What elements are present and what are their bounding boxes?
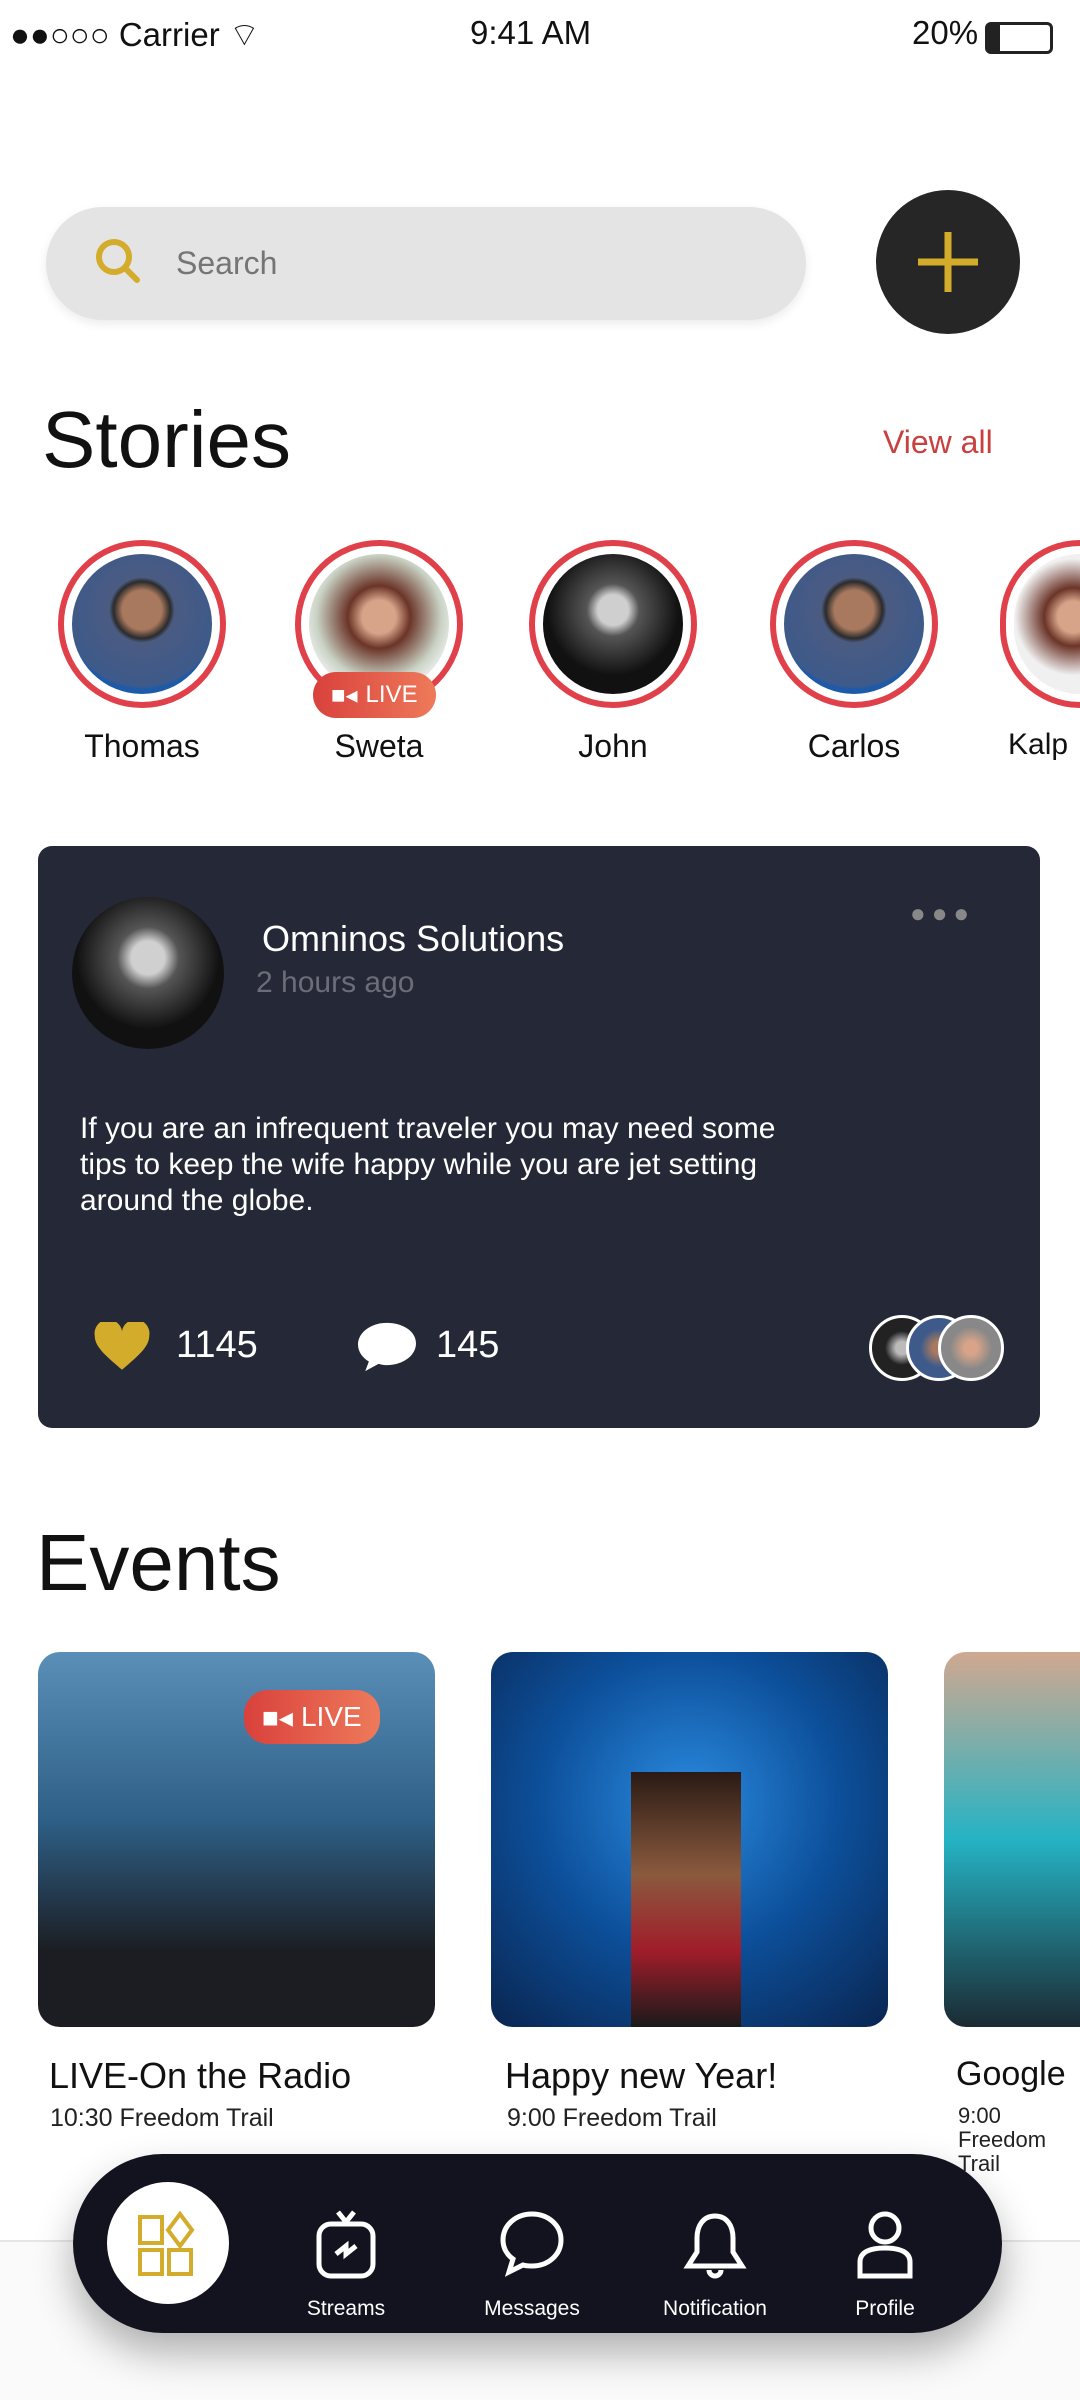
event-card[interactable]: ■◂ LIVE bbox=[38, 1652, 435, 2027]
nav-notification[interactable]: Notification bbox=[645, 2210, 785, 2321]
story-item[interactable]: Carlos bbox=[754, 540, 954, 765]
chat-icon bbox=[500, 2211, 564, 2277]
story-avatar bbox=[770, 540, 938, 708]
battery-percent: 20% bbox=[912, 14, 979, 51]
post-author-avatar[interactable] bbox=[72, 897, 224, 1049]
events-title: Events bbox=[36, 1518, 281, 1607]
battery-icon bbox=[985, 22, 1053, 54]
view-all-link[interactable]: View all bbox=[883, 424, 993, 461]
more-options-icon[interactable]: ●●● bbox=[910, 898, 975, 929]
wifi-icon: ⌔ bbox=[228, 16, 260, 53]
comment-count: 145 bbox=[436, 1324, 500, 1366]
nav-label: Notification bbox=[663, 2297, 767, 2320]
story-item[interactable]: John bbox=[513, 540, 713, 765]
comment-icon[interactable] bbox=[358, 1320, 416, 1374]
post-text: If you are an infrequent traveler you ma… bbox=[80, 1112, 776, 1217]
stories-title: Stories bbox=[42, 395, 291, 484]
story-item[interactable]: Thomas bbox=[42, 540, 242, 765]
nav-label: Profile bbox=[855, 2297, 915, 2320]
story-avatar bbox=[529, 540, 697, 708]
search-bar[interactable] bbox=[46, 207, 806, 320]
nav-home[interactable] bbox=[107, 2182, 229, 2304]
heart-icon[interactable] bbox=[94, 1322, 150, 1372]
bottom-nav: Streams Messages Notification Profile bbox=[73, 2154, 1002, 2333]
event-image bbox=[631, 1772, 741, 2027]
story-avatar bbox=[1000, 540, 1080, 708]
bell-icon bbox=[683, 2213, 747, 2279]
post-author[interactable]: Omninos Solutions bbox=[262, 918, 564, 960]
clock: 9:41 AM bbox=[470, 14, 592, 51]
video-camera-icon: ■◂ bbox=[262, 1701, 293, 1733]
live-badge: ■◂ LIVE bbox=[244, 1690, 380, 1744]
nav-label: Streams bbox=[306, 2297, 386, 2320]
story-name: Carlos bbox=[807, 728, 901, 764]
story-item[interactable]: Kalp bbox=[1000, 540, 1080, 762]
nav-messages[interactable]: Messages bbox=[462, 2210, 602, 2321]
live-label: LIVE bbox=[300, 1701, 362, 1732]
carrier-label: Carrier bbox=[118, 16, 220, 53]
event-card[interactable] bbox=[944, 1652, 1080, 2027]
event-title: Happy new Year! bbox=[505, 2055, 778, 2096]
post-time: 2 hours ago bbox=[256, 966, 415, 999]
tv-icon bbox=[316, 2210, 376, 2279]
search-icon bbox=[96, 239, 140, 283]
event-subtitle: 10:30 Freedom Trail bbox=[50, 2104, 274, 2132]
plus-icon bbox=[918, 232, 978, 292]
liker-avatar bbox=[938, 1315, 1004, 1381]
story-name: Kalp bbox=[1008, 728, 1069, 761]
post-card: Omninos Solutions 2 hours ago ●●● If you… bbox=[38, 846, 1040, 1428]
add-button[interactable] bbox=[876, 190, 1020, 334]
story-name: Sweta bbox=[334, 728, 424, 764]
event-title: Google bbox=[956, 2055, 1066, 2093]
event-subtitle: 9:00 Freedom Trail bbox=[958, 2103, 1047, 2176]
event-title: LIVE-On the Radio bbox=[49, 2055, 352, 2096]
story-avatar bbox=[58, 540, 226, 708]
live-badge: ■◂ LIVE bbox=[313, 672, 436, 718]
nav-streams[interactable]: Streams bbox=[276, 2210, 416, 2321]
event-subtitle: 9:00 Freedom Trail bbox=[507, 2104, 717, 2132]
search-input[interactable] bbox=[176, 207, 776, 320]
signal-icon: ●●○○○ bbox=[10, 16, 110, 53]
event-card[interactable] bbox=[491, 1652, 888, 2027]
story-item[interactable]: ■◂ LIVE Sweta bbox=[279, 540, 479, 765]
nav-label: Messages bbox=[484, 2297, 580, 2320]
user-icon bbox=[857, 2211, 913, 2279]
like-count: 1145 bbox=[176, 1324, 258, 1366]
nav-profile[interactable]: Profile bbox=[815, 2210, 955, 2321]
video-camera-icon: ■◂ bbox=[331, 681, 358, 709]
live-label: LIVE bbox=[365, 681, 418, 708]
story-name: Thomas bbox=[84, 728, 200, 764]
signal-carrier: ●●○○○ Carrier ⌔ bbox=[10, 14, 260, 55]
apps-icon bbox=[138, 2210, 195, 2276]
story-name: John bbox=[578, 728, 648, 764]
